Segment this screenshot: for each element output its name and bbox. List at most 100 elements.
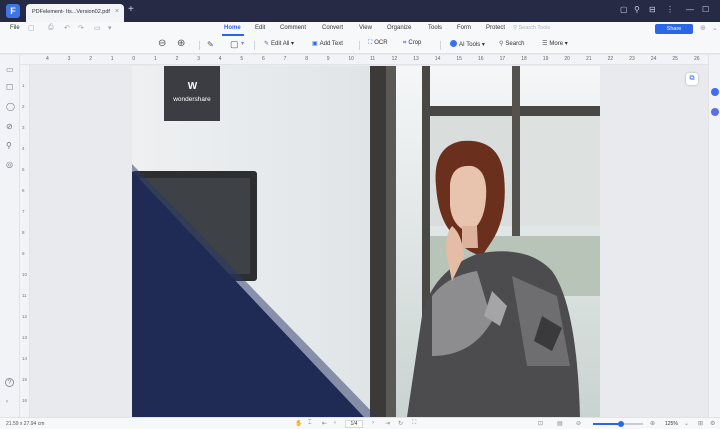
menu-home[interactable]: Home bbox=[224, 25, 241, 31]
ruler-tick-label: 11 bbox=[370, 56, 376, 62]
menu-comment[interactable]: Comment bbox=[280, 25, 306, 31]
ruler-tick-label: 9 bbox=[326, 56, 330, 62]
ruler-tick-label: 0 bbox=[132, 56, 136, 62]
collapse-ribbon-icon[interactable]: ⌄ bbox=[712, 24, 718, 32]
menu-icon[interactable]: ⋮ bbox=[666, 5, 674, 14]
fit-page-icon[interactable]: ⊡ bbox=[538, 420, 543, 427]
app-logo-icon: F bbox=[6, 4, 20, 18]
zoom-dropdown-icon[interactable]: ⌄ bbox=[684, 420, 689, 427]
minimize-icon[interactable]: — bbox=[686, 5, 694, 14]
ruler-tick-label: 3 bbox=[67, 56, 71, 62]
shape-icon[interactable]: ▢ bbox=[230, 39, 239, 50]
zoom-slider[interactable] bbox=[593, 421, 643, 427]
layers-icon[interactable]: ◎ bbox=[6, 160, 13, 169]
ocr-button[interactable]: ⛶ OCR bbox=[368, 40, 388, 47]
panel-icon[interactable]: ⊟ bbox=[649, 5, 656, 14]
menu-view[interactable]: View bbox=[359, 25, 372, 31]
ruler-tick-label: 10 bbox=[348, 56, 354, 62]
search-tools-placeholder: Search Tools bbox=[518, 25, 551, 31]
new-tab-icon[interactable]: + bbox=[128, 4, 134, 15]
zoom-out-small-icon[interactable]: ⊖ bbox=[576, 420, 581, 427]
open-icon[interactable]: ▢ bbox=[28, 24, 35, 32]
window-layout-icon[interactable]: ▢ bbox=[620, 5, 628, 14]
more-icon: ☰ bbox=[542, 41, 548, 47]
close-tab-icon[interactable]: × bbox=[115, 8, 119, 15]
add-icon[interactable]: ⊕ bbox=[700, 24, 706, 32]
add-text-button[interactable]: ▣ Add Text bbox=[312, 40, 343, 47]
redo-icon[interactable]: ↷ bbox=[78, 24, 84, 32]
crop-button[interactable]: ⌗ Crop bbox=[403, 40, 421, 47]
search-tools-input[interactable]: ⚲ Search Tools bbox=[513, 25, 550, 31]
help-icon[interactable]: ? bbox=[5, 378, 14, 387]
settings-icon[interactable]: ⚙ bbox=[710, 420, 715, 427]
select-tool-icon[interactable]: ⌶ bbox=[308, 420, 312, 427]
customize-dropdown-icon[interactable]: ▾ bbox=[108, 24, 112, 32]
undo-icon[interactable]: ↶ bbox=[64, 24, 70, 32]
menu-protect[interactable]: Protect bbox=[486, 25, 505, 31]
ruler-tick-label: 4 bbox=[218, 56, 222, 62]
search-panel-icon[interactable]: ⚲ bbox=[6, 141, 12, 150]
document-tab[interactable]: PDFelement- Its...Version02.pdf × bbox=[26, 4, 124, 22]
menu-tools[interactable]: Tools bbox=[428, 25, 442, 31]
menu-organize[interactable]: Organize bbox=[387, 25, 411, 31]
status-bar: 21.59 x 27.94 cm ✋ ⌶ ⇤ ‹ 1/4 › ⇥ ↻ ⛶ ⊡ ▤… bbox=[0, 417, 720, 429]
screen-icon[interactable]: ▭ bbox=[94, 24, 101, 32]
comment-panel-icon[interactable]: ◯ bbox=[6, 102, 15, 111]
zoom-level-select[interactable]: 125% bbox=[665, 421, 678, 427]
ruler-tick-label: 18 bbox=[521, 56, 527, 62]
ruler-tick-label: 19 bbox=[542, 56, 549, 62]
more-button[interactable]: ☰ More ▾ bbox=[542, 40, 568, 47]
wondershare-logo-mark: W bbox=[187, 81, 197, 92]
share-button[interactable]: Share bbox=[655, 24, 693, 34]
ruler-tick-label: 9 bbox=[22, 251, 25, 256]
zoom-slider-handle[interactable] bbox=[618, 421, 624, 427]
attachment-icon[interactable]: ⊘ bbox=[6, 122, 13, 131]
page-layout-float-icon[interactable]: ⧉ bbox=[686, 73, 698, 85]
previous-page-icon[interactable]: ‹ bbox=[334, 420, 336, 426]
ruler-tick-label: 12 bbox=[22, 314, 28, 319]
zoom-in-small-icon[interactable]: ⊕ bbox=[650, 420, 655, 427]
thumbnails-icon[interactable]: ▭ bbox=[6, 65, 14, 74]
shape-dropdown-icon[interactable]: ▾ bbox=[241, 40, 244, 47]
file-menu[interactable]: File bbox=[10, 25, 20, 31]
menu-convert[interactable]: Convert bbox=[322, 25, 343, 31]
account-icon[interactable]: ⚲ bbox=[634, 5, 640, 14]
ai-assistant-icon[interactable] bbox=[711, 88, 719, 96]
print-icon[interactable]: ⎙ bbox=[48, 24, 54, 32]
first-page-icon[interactable]: ⇤ bbox=[322, 420, 327, 427]
highlight-icon[interactable]: ✎ bbox=[207, 40, 214, 49]
edit-icon: ✎ bbox=[264, 41, 270, 47]
ruler-tick-label: 7 bbox=[283, 56, 287, 62]
menu-form[interactable]: Form bbox=[457, 25, 471, 31]
ruler-tick-label: 22 bbox=[607, 56, 614, 62]
hand-tool-icon[interactable]: ✋ bbox=[295, 420, 302, 427]
menu-edit[interactable]: Edit bbox=[255, 25, 265, 31]
search-button[interactable]: ⚲ Search bbox=[499, 40, 524, 47]
split-view-icon[interactable]: ⊞ bbox=[698, 420, 703, 427]
rotate-icon[interactable]: ↻ bbox=[398, 420, 403, 427]
collapse-panel-icon[interactable]: ‹ bbox=[6, 399, 8, 405]
ruler-tick-label: 13 bbox=[413, 56, 419, 62]
edit-all-button[interactable]: ✎ Edit All ▾ bbox=[264, 40, 294, 47]
bookmark-icon[interactable]: ☐ bbox=[6, 83, 13, 92]
ruler-tick-label: 4 bbox=[22, 146, 25, 151]
properties-icon[interactable] bbox=[711, 108, 719, 116]
ruler-tick-label: 1 bbox=[22, 83, 25, 88]
page-number-input[interactable]: 1/4 bbox=[345, 420, 363, 428]
zoom-in-icon[interactable]: ⊕ bbox=[177, 38, 185, 49]
fullscreen-icon[interactable]: ⛶ bbox=[412, 420, 416, 427]
ruler-tick-label: 26 bbox=[694, 56, 700, 62]
page-display-icon[interactable]: ▤ bbox=[557, 420, 563, 427]
next-page-icon[interactable]: › bbox=[372, 420, 374, 426]
tab-title: PDFelement- Its...Version02.pdf bbox=[32, 9, 110, 15]
ruler-tick-label: 14 bbox=[434, 56, 441, 62]
ruler-tick-label: 16 bbox=[22, 398, 28, 403]
ai-tools-label: AI Tools bbox=[459, 42, 481, 48]
maximize-icon[interactable]: ☐ bbox=[702, 5, 709, 14]
pdf-page[interactable]: W wondershare bbox=[132, 66, 600, 417]
ruler-tick-label: 10 bbox=[22, 272, 28, 277]
ai-tools-button[interactable]: AI Tools ▾ bbox=[450, 40, 485, 48]
zoom-out-icon[interactable]: ⊖ bbox=[158, 38, 166, 49]
last-page-icon[interactable]: ⇥ bbox=[385, 420, 390, 427]
search-label: Search bbox=[505, 41, 525, 47]
